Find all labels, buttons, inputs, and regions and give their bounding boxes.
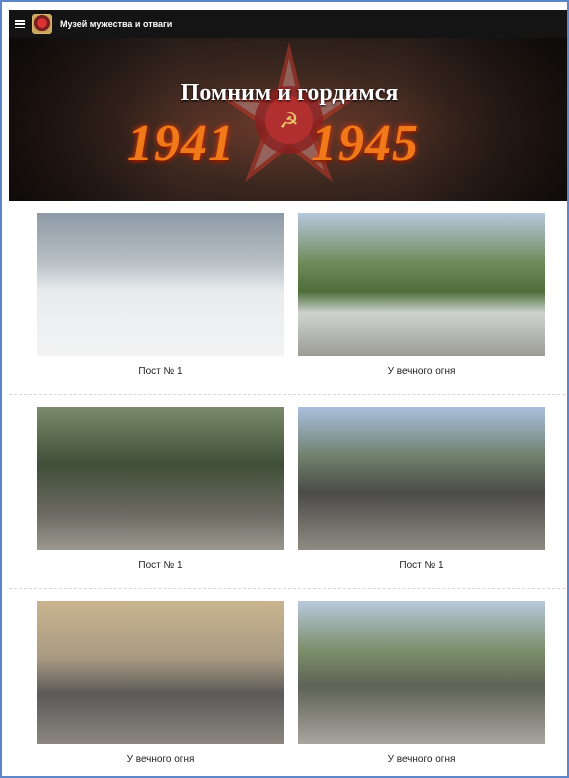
- gallery-row: Пост № 1 У вечного огня: [9, 201, 567, 395]
- gallery-photo[interactable]: [298, 407, 545, 550]
- gallery-item[interactable]: У вечного огня: [37, 601, 284, 765]
- gallery-item[interactable]: У вечного огня: [298, 213, 545, 377]
- gallery-photo[interactable]: [37, 407, 284, 550]
- gallery-photo[interactable]: [298, 601, 545, 744]
- page-frame: Музей мужества и отваги ☭ Помним и горди…: [0, 0, 569, 778]
- hamburger-menu-icon[interactable]: [15, 20, 25, 28]
- gallery-item[interactable]: Пост № 1: [37, 213, 284, 377]
- photo-caption: У вечного огня: [126, 754, 195, 765]
- year-end: 1945: [311, 115, 419, 172]
- museum-logo[interactable]: [32, 14, 52, 34]
- site-title[interactable]: Музей мужества и отваги: [60, 19, 172, 29]
- photo-caption: У вечного огня: [387, 366, 456, 377]
- gallery-row: Пост № 1 Пост № 1: [9, 395, 567, 589]
- gallery-item[interactable]: Пост № 1: [298, 407, 545, 571]
- hero-banner: ☭ Помним и гордимся 1941 1945: [9, 38, 567, 201]
- year-start: 1941: [127, 115, 235, 172]
- photo-caption: Пост № 1: [399, 560, 444, 571]
- photo-caption: Пост № 1: [138, 560, 183, 571]
- photo-caption: У вечного огня: [387, 754, 456, 765]
- top-navbar: Музей мужества и отваги: [9, 10, 567, 38]
- hero-title: Помним и гордимся: [180, 80, 399, 106]
- gallery-item[interactable]: У вечного огня: [298, 601, 545, 765]
- gallery-item[interactable]: Пост № 1: [37, 407, 284, 571]
- gallery-photo[interactable]: [298, 213, 545, 356]
- gallery-row: У вечного огня У вечного огня: [9, 589, 567, 776]
- gallery-photo[interactable]: [37, 213, 284, 356]
- photo-caption: Пост № 1: [138, 366, 183, 377]
- photo-gallery: Пост № 1 У вечного огня Пост № 1 Пост № …: [9, 201, 567, 776]
- gallery-photo[interactable]: [37, 601, 284, 744]
